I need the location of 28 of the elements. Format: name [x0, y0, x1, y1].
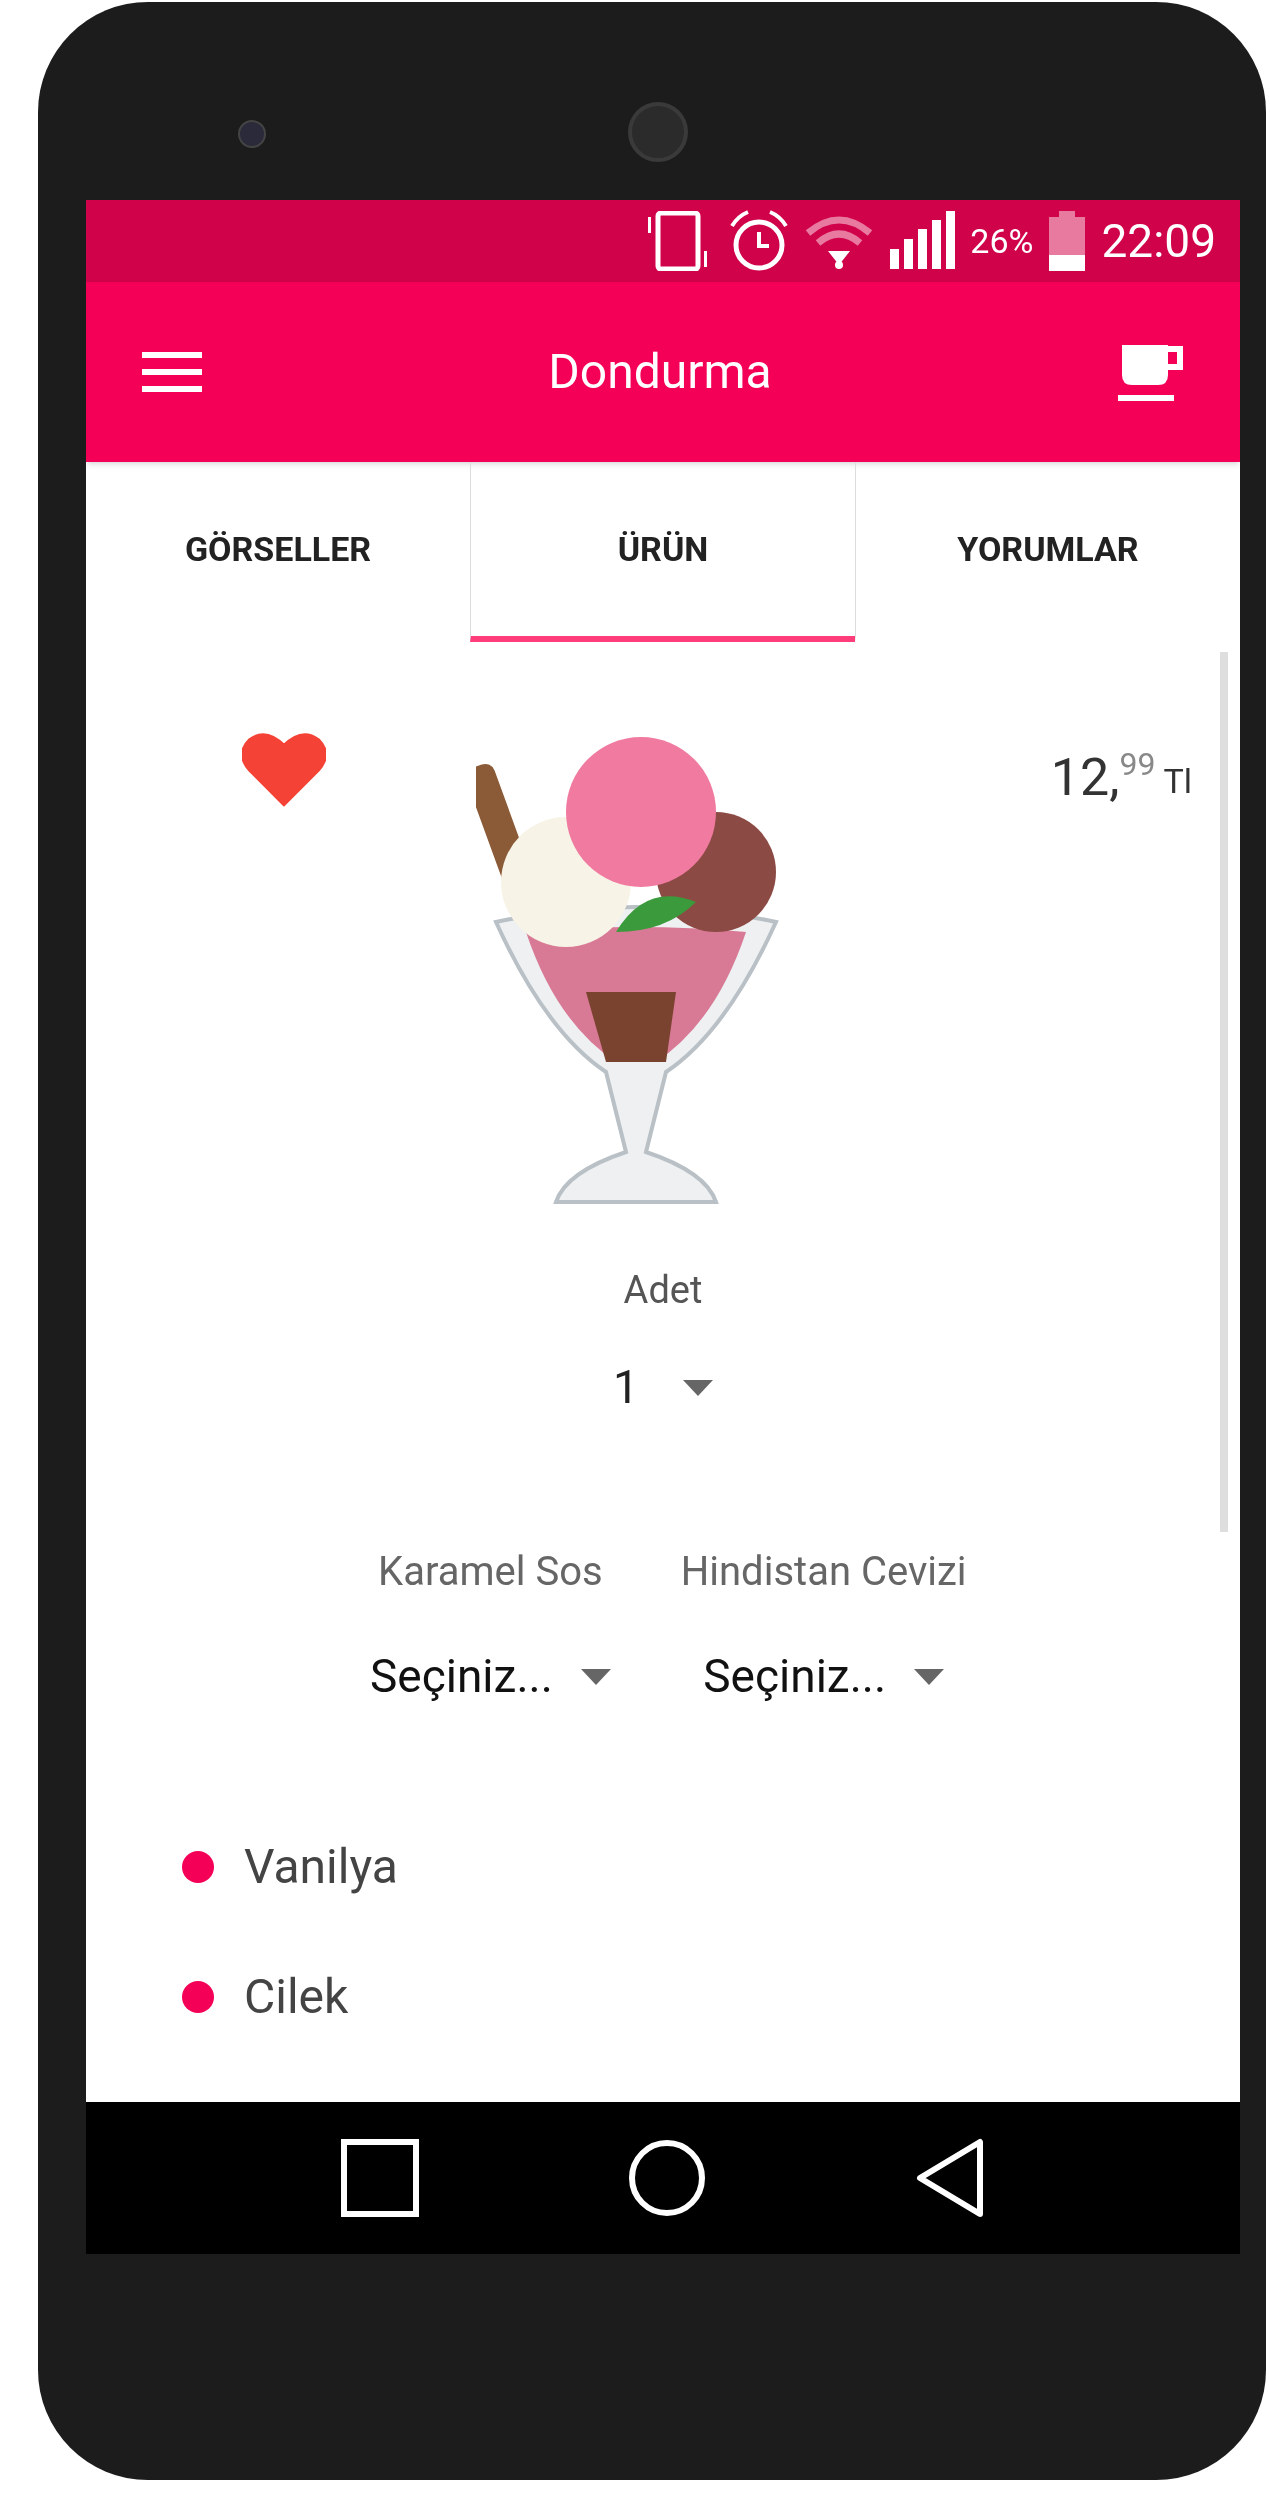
- ingredient-name: Cilek: [244, 1967, 349, 2027]
- currency: Tl: [1163, 764, 1192, 798]
- option-label: Karamel Sos: [378, 1547, 603, 1597]
- signal-icon: [888, 211, 957, 271]
- caret-icon: [580, 1668, 611, 1685]
- heart-icon[interactable]: [242, 732, 326, 808]
- caret-icon: [914, 1668, 945, 1685]
- speaker-grille: [628, 102, 688, 162]
- ingredient-name: Vanilya: [244, 1837, 398, 1897]
- quantity-dropdown[interactable]: 1: [613, 1353, 713, 1422]
- option-label: Hindistan Cevizi: [680, 1547, 967, 1597]
- quantity-label: Adet: [623, 1267, 703, 1314]
- tab[interactable]: YORUMLAR: [855, 462, 1240, 642]
- camera-lens: [238, 120, 266, 148]
- caret-icon: [682, 1379, 713, 1396]
- battery-icon: [1047, 211, 1088, 271]
- tab[interactable]: ÜRÜN: [470, 462, 855, 642]
- tab[interactable]: GÖRSELLER: [86, 462, 470, 642]
- clock-time: 22:09: [1101, 212, 1216, 270]
- menu-icon[interactable]: [142, 350, 202, 394]
- battery-percent: 26%: [970, 219, 1034, 263]
- option-dropdown[interactable]: Seçiniz...: [370, 1642, 611, 1711]
- price-cents: 99: [1119, 748, 1156, 780]
- app-title: Dondurma: [548, 342, 772, 402]
- home-icon[interactable]: [627, 2138, 707, 2218]
- price-whole: 12,: [1050, 752, 1120, 804]
- option-dropdown[interactable]: Seçiniz...: [703, 1642, 945, 1711]
- recent-apps-icon[interactable]: [339, 2138, 420, 2218]
